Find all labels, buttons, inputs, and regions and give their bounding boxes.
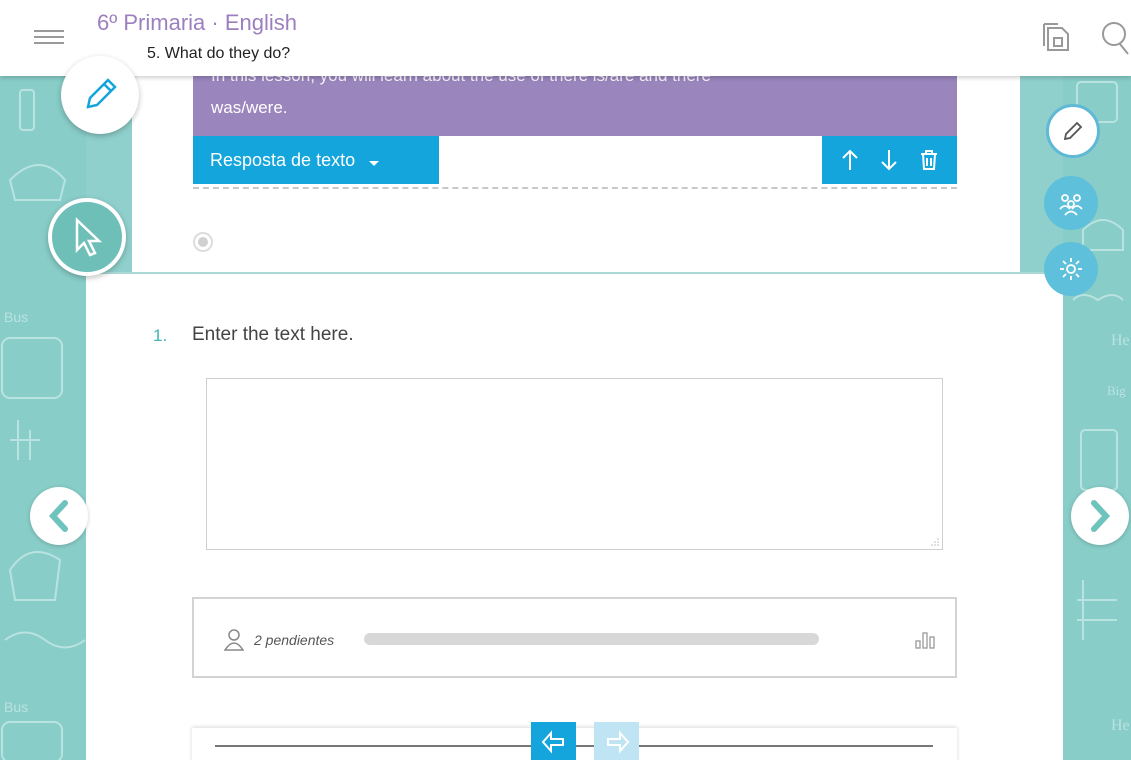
bar-chart-icon[interactable]: [915, 629, 935, 649]
pencil-icon: [1063, 121, 1083, 141]
chevron-right-icon: [1091, 500, 1111, 532]
responses-status: 2 pendientes: [192, 597, 957, 678]
svg-text:He: He: [1111, 717, 1130, 734]
caret-down-icon: [369, 160, 380, 166]
redo-icon: [606, 730, 629, 754]
svg-text:He: He: [1111, 332, 1130, 349]
course-title: 6º Primaria · English: [97, 10, 297, 35]
answer-textarea[interactable]: [206, 378, 943, 550]
select-mode-button[interactable]: [48, 198, 126, 276]
trash-icon[interactable]: [916, 147, 942, 173]
radio-option[interactable]: [193, 232, 213, 252]
progress-bar: [364, 633, 819, 645]
search-icon[interactable]: [1098, 20, 1130, 61]
redo-button[interactable]: [594, 722, 639, 760]
user-icon: [224, 629, 244, 651]
answer-type-label: Resposta de texto: [210, 149, 356, 170]
pencil-icon: [86, 78, 117, 109]
section-divider: [86, 272, 1063, 274]
svg-text:Big: Big: [1107, 383, 1126, 398]
lesson-intro-line2: was/were.: [211, 98, 288, 117]
group-icon: [1059, 194, 1083, 216]
groups-button[interactable]: [1044, 176, 1098, 230]
answer-type-dropdown[interactable]: Resposta de texto: [193, 136, 439, 184]
next-page-button[interactable]: [1071, 487, 1129, 545]
question-number: 1.: [153, 326, 168, 345]
lesson-intro-partial: In this lesson, you will learn about the…: [211, 76, 711, 86]
settings-button[interactable]: [1044, 242, 1098, 296]
svg-text:Bus: Bus: [4, 699, 28, 715]
notes-icon[interactable]: [1042, 20, 1074, 59]
settings-icon: [1060, 258, 1082, 280]
unit-title: 5. What do they do?: [147, 45, 291, 62]
edit-mode-button[interactable]: [61, 56, 139, 134]
undo-icon: [541, 730, 564, 754]
chevron-left-icon: [48, 500, 68, 532]
arrow-down-icon[interactable]: [876, 147, 902, 173]
edit-button[interactable]: [1046, 104, 1100, 158]
svg-text:Bus: Bus: [4, 309, 28, 325]
dashed-separator: [193, 187, 957, 189]
top-header: 6º Primaria · English 5. What do they do…: [0, 0, 1131, 76]
block-toolbar: [822, 136, 957, 184]
lesson-intro-banner: In this lesson, you will learn about the…: [193, 76, 957, 136]
question-prompt: Enter the text here.: [192, 324, 354, 345]
cursor-icon: [75, 217, 103, 257]
menu-icon[interactable]: [34, 30, 64, 48]
pending-count: 2 pendientes: [254, 632, 335, 648]
resize-handle-icon[interactable]: [931, 538, 939, 546]
undo-button[interactable]: [531, 722, 576, 760]
previous-page-button[interactable]: [30, 487, 88, 545]
arrow-up-icon[interactable]: [837, 147, 863, 173]
